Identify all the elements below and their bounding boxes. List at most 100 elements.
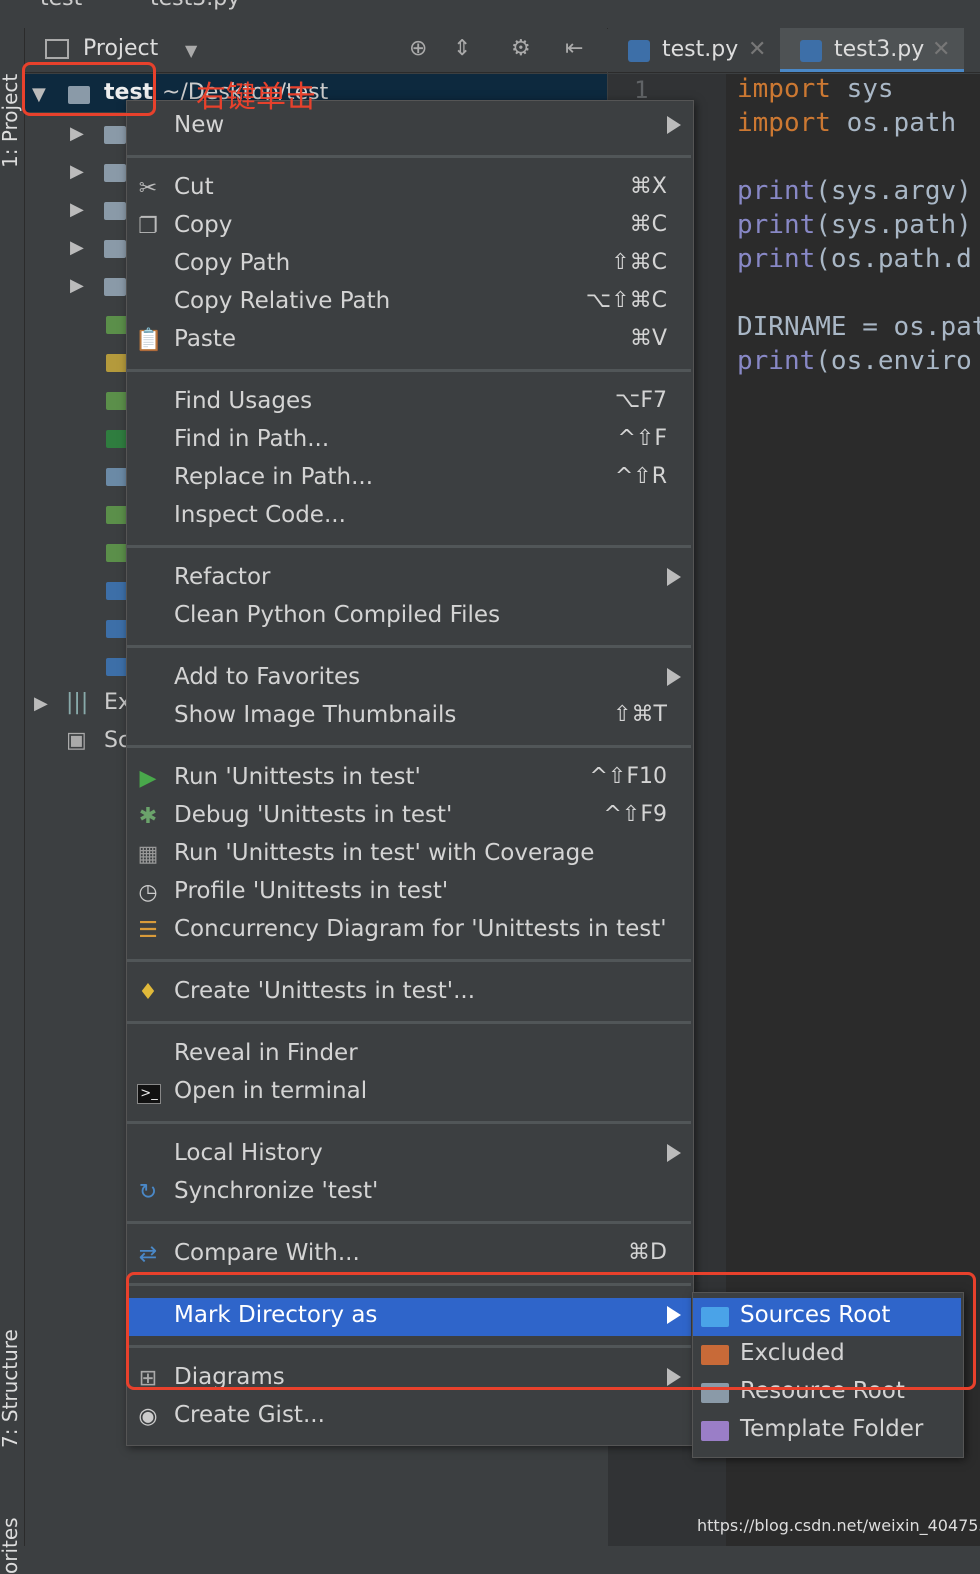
menu-item-create-unittests[interactable]: ♦ Create 'Unittests in test'...	[127, 974, 691, 1012]
python-file-icon	[800, 40, 822, 62]
menu-item-run-coverage[interactable]: ▦ Run 'Unittests in test' with Coverage	[127, 836, 691, 874]
menu-separator	[127, 959, 691, 962]
submenu-arrow-icon	[667, 1144, 681, 1162]
close-icon[interactable]: ✕	[748, 28, 766, 72]
folder-icon	[104, 240, 126, 258]
coverage-icon: ▦	[137, 842, 159, 867]
collapse-arrow-icon[interactable]: ▶	[70, 161, 84, 182]
project-panel-title[interactable]: Project	[83, 36, 158, 61]
menu-separator	[127, 545, 691, 548]
html-file-icon	[106, 392, 128, 410]
menu-item-add-to-favorites[interactable]: Add to Favorites	[127, 660, 691, 698]
debug-bug-icon: ✱	[138, 804, 158, 829]
code-line: import sys	[737, 74, 894, 104]
annotation-box-root	[22, 62, 156, 116]
close-icon[interactable]: ✕	[932, 28, 950, 72]
python-logo-icon: ♦	[138, 980, 158, 1005]
annotation-label: 右键单击	[196, 80, 316, 115]
collapse-arrow-icon[interactable]: ▶	[70, 199, 84, 220]
paste-icon: 📋	[135, 328, 163, 353]
breadcrumb: test test3.py	[0, 0, 980, 29]
menu-item-reveal-in-finder[interactable]: Reveal in Finder	[127, 1036, 691, 1074]
copy-icon: ❐	[138, 214, 158, 239]
hide-panel-icon[interactable]: ⇤	[565, 36, 583, 61]
menu-item-debug[interactable]: ✱ Debug 'Unittests in test' ^⇧F9	[127, 798, 691, 836]
menu-item-copy[interactable]: ❐ Copy ⌘C	[127, 208, 691, 246]
locate-icon[interactable]: ⊕	[409, 36, 427, 61]
chevron-down-icon[interactable]: ▼	[185, 41, 197, 60]
menu-item-profile[interactable]: ◷ Profile 'Unittests in test'	[127, 874, 691, 912]
menu-separator	[127, 645, 691, 648]
menu-item-find-usages[interactable]: Find Usages ⌥F7	[127, 384, 691, 422]
menu-separator	[127, 745, 691, 748]
tab-test3-py[interactable]: test3.py ✕	[780, 28, 964, 72]
code-line: import os.path	[737, 108, 957, 138]
folder-icon	[104, 126, 126, 144]
menu-item-open-in-terminal[interactable]: >_ Open in terminal	[127, 1074, 691, 1112]
menu-item-show-thumbnails[interactable]: Show Image Thumbnails ⇧⌘T	[127, 698, 691, 736]
folder-icon	[104, 278, 126, 296]
collapse-all-icon[interactable]: ⇕	[453, 36, 471, 61]
sync-icon: ↻	[138, 1180, 158, 1205]
project-view-icon	[45, 39, 69, 59]
image-file-icon	[106, 468, 128, 486]
template-folder-icon	[701, 1421, 729, 1441]
breadcrumb-item-test[interactable]: test	[40, 0, 82, 11]
libraries-icon: |||	[66, 690, 89, 715]
editor-tabs: test.py ✕ test3.py ✕	[608, 28, 980, 73]
menu-item-clean-python[interactable]: Clean Python Compiled Files	[127, 598, 691, 636]
terminal-icon: >_	[137, 1084, 161, 1104]
scissors-icon: ✂	[138, 176, 158, 201]
breadcrumb-item-file[interactable]: test3.py	[150, 0, 240, 11]
project-tool-tab[interactable]: 1: Project	[0, 74, 22, 168]
submenu-item-template-folder[interactable]: Template Folder	[693, 1412, 961, 1450]
menu-item-concurrency-diagram[interactable]: ☰ Concurrency Diagram for 'Unittests in t…	[127, 912, 691, 950]
python-file-icon	[628, 40, 650, 62]
menu-item-compare-with[interactable]: ⇄ Compare With... ⌘D	[127, 1236, 691, 1274]
compare-arrows-icon: ⇄	[138, 1242, 158, 1267]
menu-item-local-history[interactable]: Local History	[127, 1136, 691, 1174]
html-file-icon	[106, 316, 128, 334]
menu-separator	[127, 1221, 691, 1224]
collapse-arrow-icon[interactable]: ▶	[34, 693, 48, 714]
menu-separator	[127, 369, 691, 372]
menu-item-run[interactable]: ▶ Run 'Unittests in test' ^⇧F10	[127, 760, 691, 798]
submenu-arrow-icon	[667, 568, 681, 586]
github-icon: ◉	[138, 1404, 158, 1429]
folder-icon	[104, 164, 126, 182]
structure-tool-tab[interactable]: 7: Structure	[0, 1329, 22, 1448]
collapse-arrow-icon[interactable]: ▶	[70, 123, 84, 144]
collapse-arrow-icon[interactable]: ▶	[70, 237, 84, 258]
scratches-icon: ▣	[66, 728, 87, 753]
concurrency-icon: ☰	[138, 918, 158, 943]
menu-item-inspect-code[interactable]: Inspect Code...	[127, 498, 691, 536]
code-line: print(os.enviro	[737, 346, 972, 376]
submenu-arrow-icon	[667, 668, 681, 686]
folder-icon	[104, 202, 126, 220]
menu-item-synchronize[interactable]: ↻ Synchronize 'test'	[127, 1174, 691, 1212]
python-file-icon	[106, 658, 128, 676]
menu-separator	[127, 1121, 691, 1124]
menu-item-find-in-path[interactable]: Find in Path... ^⇧F	[127, 422, 691, 460]
run-icon: ▶	[139, 766, 157, 791]
collapse-arrow-icon[interactable]: ▶	[70, 275, 84, 296]
code-line: DIRNAME = os.pat	[737, 312, 980, 342]
menu-item-refactor[interactable]: Refactor	[127, 560, 691, 598]
left-tool-stripe: 1: Project 7: Structure orites	[0, 28, 25, 1574]
html-file-icon	[106, 506, 128, 524]
watermark: https://blog.csdn.net/weixin_40475396	[697, 1516, 980, 1535]
menu-item-copy-path[interactable]: Copy Path ⇧⌘C	[127, 246, 691, 284]
code-line: print(sys.path)	[737, 210, 972, 240]
menu-item-copy-relative-path[interactable]: Copy Relative Path ⌥⇧⌘C	[127, 284, 691, 322]
menu-item-replace-in-path[interactable]: Replace in Path... ^⇧R	[127, 460, 691, 498]
menu-item-cut[interactable]: ✂ Cut ⌘X	[127, 170, 691, 208]
annotation-box-mark-directory	[126, 1272, 976, 1390]
menu-item-create-gist[interactable]: ◉ Create Gist...	[127, 1398, 691, 1436]
submenu-arrow-icon	[667, 116, 681, 134]
profile-clock-icon: ◷	[138, 880, 158, 905]
menu-item-paste[interactable]: 📋 Paste ⌘V	[127, 322, 691, 360]
excel-file-icon	[106, 430, 128, 448]
js-file-icon	[106, 354, 128, 372]
menu-separator	[127, 155, 691, 158]
settings-gear-icon[interactable]: ⚙	[511, 36, 531, 61]
